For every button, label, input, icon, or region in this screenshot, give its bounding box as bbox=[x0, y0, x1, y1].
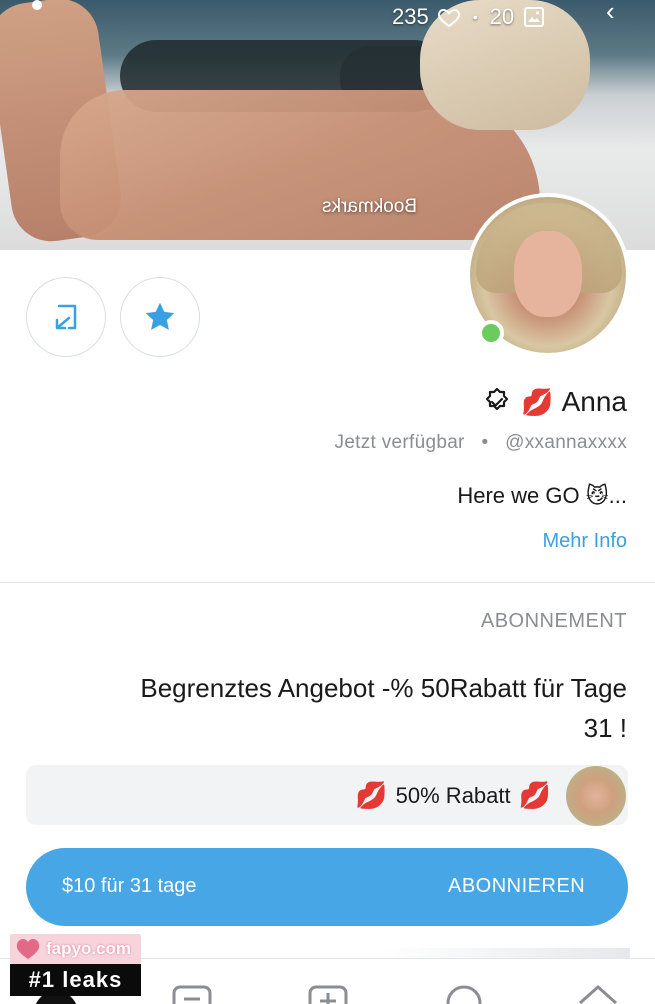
header-stats: 235 • 20 bbox=[392, 4, 546, 30]
kiss-emoji: 💋 bbox=[518, 780, 551, 810]
discount-text-row: 💋 50% Rabatt 💋 bbox=[355, 780, 551, 811]
subscribe-button-price: $10 für 31 tage bbox=[62, 875, 197, 897]
watermark-top: fapyo.com bbox=[10, 934, 141, 964]
subscribe-button-label: ABONNIEREN bbox=[448, 875, 586, 897]
discount-label: 50% Rabatt bbox=[395, 782, 511, 808]
nav-add-icon[interactable] bbox=[306, 981, 350, 1004]
nav-chat-icon[interactable] bbox=[442, 981, 486, 1004]
profile-bio: Here we GO 😼... bbox=[457, 483, 627, 508]
promo-text: Begrenztes Angebot -% 50Rabatt für Tage … bbox=[27, 668, 627, 748]
kiss-emoji: 💋 bbox=[521, 386, 554, 417]
image-icon bbox=[524, 7, 545, 27]
kiss-emoji: 💋 bbox=[355, 780, 388, 810]
avatar-photo-shape bbox=[514, 231, 582, 317]
menu-dot-icon[interactable] bbox=[32, 0, 42, 10]
truncated-content bbox=[380, 948, 630, 958]
subscription-section-title: ABONNEMENT bbox=[480, 610, 627, 632]
handle-row: Jetzt verfügbar • @xxannaxxxx bbox=[335, 432, 627, 454]
chevron-icon[interactable]: ‹ bbox=[606, 0, 615, 27]
nav-home-icon[interactable] bbox=[576, 981, 620, 1004]
star-icon bbox=[145, 302, 175, 330]
bookmarks-label: Bookmarks bbox=[322, 196, 418, 217]
likes-count: 235 bbox=[392, 4, 429, 29]
profile-handle: @xxannaxxxx bbox=[505, 432, 627, 453]
more-info-link[interactable]: Mehr Info bbox=[543, 530, 627, 553]
section-divider bbox=[0, 582, 655, 583]
promo-line-2: 31 ! bbox=[583, 713, 627, 743]
online-status-indicator bbox=[478, 320, 504, 346]
profile-name: Anna bbox=[561, 386, 627, 417]
heart-logo-icon bbox=[16, 939, 40, 959]
favorite-button[interactable] bbox=[120, 277, 200, 357]
promo-line-1: Begrenztes Angebot -% 50Rabatt für Tage bbox=[140, 673, 627, 703]
heart-icon bbox=[437, 8, 460, 28]
watermark: fapyo.com #1 leaks bbox=[10, 934, 141, 996]
watermark-site: fapyo.com bbox=[46, 939, 132, 958]
stats-separator: • bbox=[472, 9, 478, 25]
handle-separator: • bbox=[481, 432, 489, 453]
share-button[interactable] bbox=[26, 277, 106, 357]
profile-name-row: 💋 Anna bbox=[481, 386, 627, 418]
subscribe-button[interactable]: ABONNIEREN $10 für 31 tage bbox=[26, 848, 628, 926]
availability-status: Jetzt verfügbar bbox=[334, 432, 465, 453]
nav-messages-icon[interactable] bbox=[170, 981, 214, 1004]
discount-avatar bbox=[566, 766, 626, 826]
watermark-tagline: #1 leaks bbox=[10, 964, 141, 996]
share-icon bbox=[55, 304, 77, 330]
media-count: 20 bbox=[489, 4, 515, 29]
verified-badge-icon bbox=[486, 387, 509, 411]
